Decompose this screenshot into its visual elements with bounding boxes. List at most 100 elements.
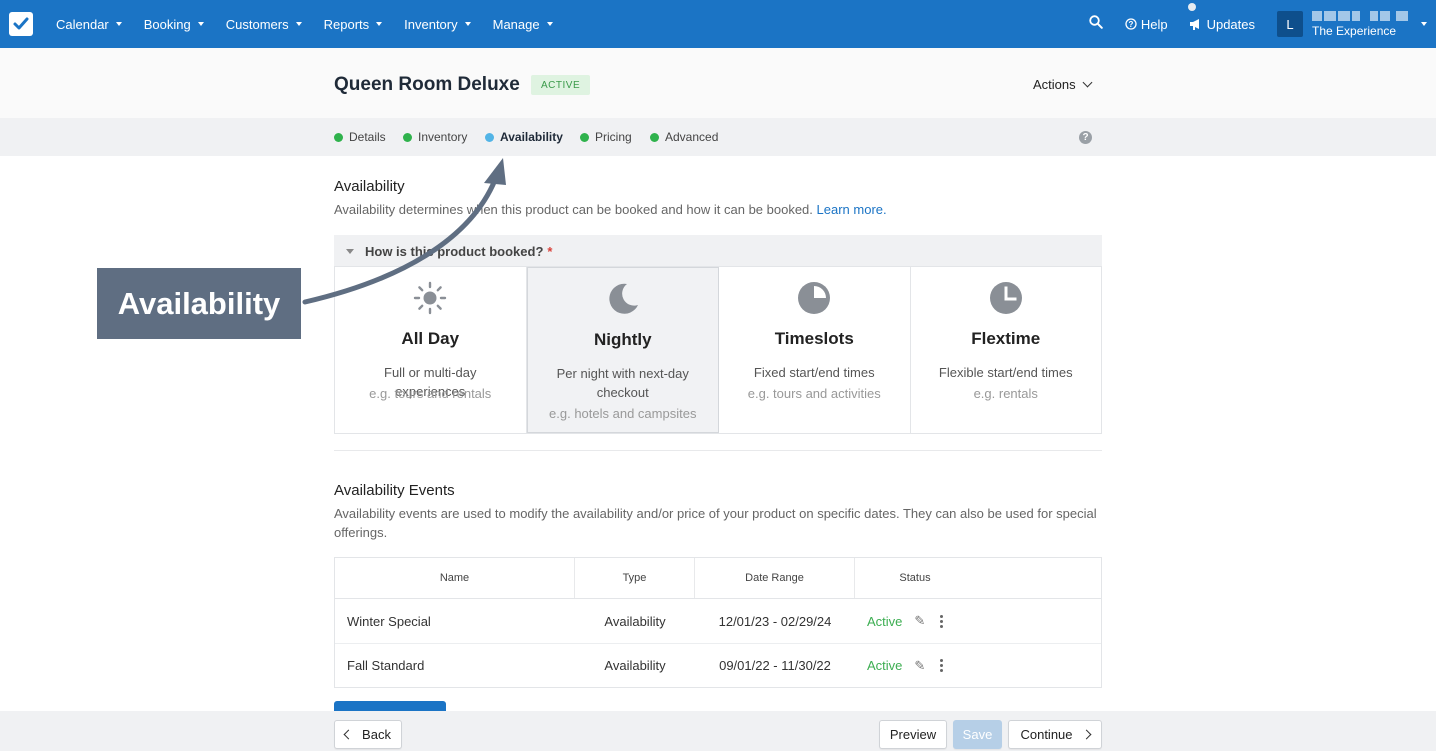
tab-pricing-label: Pricing	[595, 130, 632, 144]
status-badge: ACTIVE	[531, 75, 591, 95]
step-current-dot-icon	[485, 132, 494, 142]
nav-customers-label: Customers	[225, 16, 289, 32]
step-complete-dot-icon	[334, 132, 343, 142]
event-status: Active	[867, 613, 903, 629]
actions-label: Actions	[1033, 77, 1076, 92]
tab-pricing[interactable]: Pricing	[580, 130, 632, 144]
nav-inventory[interactable]: Inventory	[393, 17, 481, 32]
edit-pencil-icon[interactable]: ✎	[914, 613, 925, 629]
nav-booking-label: Booking	[143, 16, 191, 32]
tab-advanced-label: Advanced	[665, 130, 719, 144]
table-header: Name Type Date Range Status	[335, 558, 1101, 599]
tab-details-label: Details	[349, 130, 386, 144]
caret-down-icon	[464, 22, 471, 26]
account-menu[interactable]: L The Experience	[1277, 10, 1436, 38]
option-title: Nightly	[593, 330, 652, 349]
avatar: L	[1277, 11, 1303, 37]
step-tabs: Details Inventory Availability Pricing A…	[0, 118, 1436, 156]
option-timeslots[interactable]: Timeslots Fixed start/end times e.g. tou…	[719, 267, 911, 433]
continue-button[interactable]: Continue	[1008, 720, 1102, 749]
updates-label: Updates	[1206, 16, 1255, 32]
save-label: Save	[962, 727, 993, 742]
option-description: Flexible start/end times	[938, 365, 1073, 380]
tab-advanced[interactable]: Advanced	[650, 130, 718, 144]
events-heading: Availability Events	[334, 482, 455, 499]
event-name: Fall Standard	[347, 658, 425, 673]
learn-more-link[interactable]: Learn more.	[817, 202, 887, 217]
chevron-down-icon	[1082, 77, 1093, 88]
caret-down-icon	[1421, 22, 1427, 26]
caret-down-icon	[197, 22, 204, 26]
step-complete-dot-icon	[650, 132, 659, 142]
tab-availability[interactable]: Availability	[485, 130, 563, 144]
tab-inventory[interactable]: Inventory	[403, 130, 467, 144]
search-icon[interactable]	[1089, 14, 1103, 34]
availability-heading: Availability	[334, 178, 405, 195]
nav-reports-label: Reports	[323, 16, 370, 32]
step-complete-dot-icon	[580, 132, 589, 142]
nav-calendar[interactable]: Calendar	[45, 17, 133, 32]
nav-booking[interactable]: Booking	[133, 17, 215, 32]
chevron-left-icon	[343, 729, 354, 740]
table-row[interactable]: Fall Standard Availability 09/01/22 - 11…	[335, 643, 1101, 687]
booking-type-question-bar[interactable]: How is this product booked? *	[334, 235, 1102, 267]
caret-down-icon	[546, 22, 553, 26]
save-button[interactable]: Save	[953, 720, 1002, 749]
clock-icon	[988, 280, 1024, 321]
required-asterisk: *	[547, 243, 553, 259]
footer-bar: Back Preview Save Continue	[0, 711, 1436, 751]
actions-dropdown[interactable]: Actions	[1033, 77, 1093, 92]
back-button[interactable]: Back	[334, 720, 402, 749]
column-name[interactable]: Name	[335, 558, 575, 598]
option-example: e.g. tours and activities	[747, 386, 881, 401]
top-navbar: Calendar Booking Customers Reports Inven…	[0, 0, 1436, 48]
help-link[interactable]: ? Help	[1125, 17, 1168, 32]
column-status[interactable]: Status	[855, 558, 975, 598]
booking-type-options: All Day Full or multi-day experiences e.…	[334, 266, 1102, 434]
option-flextime[interactable]: Flextime Flexible start/end times e.g. r…	[911, 267, 1102, 433]
pie-clock-icon	[796, 280, 832, 321]
step-complete-dot-icon	[403, 132, 412, 142]
annotation-callout: Availability	[97, 268, 301, 339]
company-name: The Experience	[1312, 23, 1397, 38]
tab-details[interactable]: Details	[334, 130, 386, 144]
notification-dot-icon	[1187, 2, 1196, 11]
edit-pencil-icon[interactable]: ✎	[914, 658, 925, 674]
table-row[interactable]: Winter Special Availability 12/01/23 - 0…	[335, 599, 1101, 643]
nav-manage[interactable]: Manage	[482, 17, 564, 32]
nav-customers[interactable]: Customers	[215, 17, 313, 32]
megaphone-icon	[1189, 19, 1199, 30]
option-nightly[interactable]: Nightly Per night with next-day checkout…	[526, 267, 719, 433]
option-description: Per night with next-day checkout	[556, 366, 689, 400]
checkfront-logo-icon[interactable]	[9, 12, 33, 36]
events-description: Availability events are used to modify t…	[334, 506, 1097, 540]
column-date-range[interactable]: Date Range	[695, 558, 855, 598]
nav-calendar-label: Calendar	[56, 16, 109, 32]
nav-manage-label: Manage	[492, 16, 540, 32]
account-info: The Experience	[1312, 10, 1408, 38]
event-name: Winter Special	[347, 613, 431, 629]
column-type[interactable]: Type	[575, 558, 695, 598]
updates-link[interactable]: Updates	[1187, 2, 1255, 32]
option-example: e.g. rentals	[973, 386, 1038, 401]
triangle-down-icon	[346, 248, 354, 254]
option-description: Fixed start/end times	[753, 365, 875, 380]
more-options-icon[interactable]	[937, 659, 946, 672]
moon-icon	[605, 281, 641, 322]
help-question-icon[interactable]: ?	[1079, 131, 1092, 144]
option-title: Timeslots	[774, 329, 854, 348]
chevron-right-icon	[1081, 729, 1091, 740]
caret-down-icon	[295, 22, 302, 26]
option-all-day[interactable]: All Day Full or multi-day experiences e.…	[335, 267, 527, 433]
availability-description-text: Availability determines when this produc…	[334, 202, 813, 217]
preview-button[interactable]: Preview	[879, 720, 947, 749]
event-type: Availability	[604, 658, 666, 673]
availability-description: Availability determines when this produc…	[334, 200, 1102, 219]
event-date-range: 09/01/22 - 11/30/22	[719, 658, 831, 673]
caret-down-icon	[376, 22, 383, 26]
more-options-icon[interactable]	[937, 614, 946, 628]
svg-text:?: ?	[1128, 20, 1133, 29]
event-date-range: 12/01/23 - 02/29/24	[718, 613, 832, 629]
booking-question-label: How is this product booked?	[365, 243, 544, 259]
nav-reports[interactable]: Reports	[313, 17, 394, 32]
